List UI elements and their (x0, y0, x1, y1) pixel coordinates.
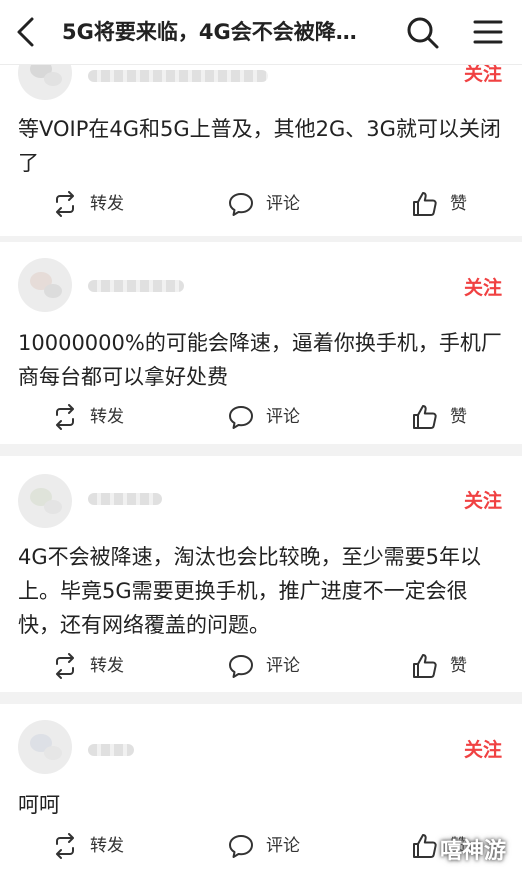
repost-label: 转发 (90, 656, 124, 676)
repost-icon (56, 404, 74, 430)
comment-text: 呵呵 (18, 793, 60, 817)
like-label: 赞 (450, 194, 467, 214)
repost-icon (56, 191, 74, 217)
repost-icon (56, 653, 74, 679)
like-icon (413, 834, 437, 858)
username-blurred[interactable] (88, 70, 268, 82)
comment-icon (229, 193, 253, 216)
repost-label: 转发 (90, 407, 124, 427)
username-blurred[interactable] (88, 280, 184, 292)
more-button[interactable] (468, 12, 508, 52)
follow-button[interactable]: 关注 (464, 738, 502, 762)
avatar[interactable] (18, 474, 72, 528)
repost-label: 转发 (90, 194, 124, 214)
repost-button[interactable]: 转发 (52, 399, 124, 435)
search-icon (407, 17, 439, 49)
more-icon (473, 20, 503, 44)
like-button[interactable]: 赞 (412, 186, 467, 222)
search-button[interactable] (402, 12, 442, 52)
comment-text: 等VOIP在4G和5G上普及，其他2G、3G就可以关闭了 (18, 117, 501, 175)
like-button[interactable]: 赞 (412, 399, 467, 435)
action-bar: 转发 评论 赞 (0, 186, 522, 222)
follow-button[interactable]: 关注 (464, 276, 502, 300)
repost-label: 转发 (90, 836, 124, 856)
follow-button[interactable]: 关注 (464, 62, 502, 86)
avatar[interactable] (18, 720, 72, 774)
like-icon (413, 654, 437, 678)
comment-button[interactable]: 评论 (228, 399, 300, 435)
like-button[interactable]: 赞 (412, 648, 467, 684)
comment-label: 评论 (266, 407, 300, 427)
action-bar: 转发 评论 赞 (0, 399, 522, 435)
like-icon (413, 192, 437, 216)
page-title: 5G将要来临，4G会不会被降… (62, 20, 357, 44)
username-blurred[interactable] (88, 744, 134, 756)
comment-label: 评论 (266, 194, 300, 214)
back-button[interactable] (6, 12, 46, 52)
comment-button[interactable]: 评论 (228, 186, 300, 222)
username-blurred[interactable] (88, 493, 162, 505)
comment-text: 4G不会被降速，淘汰也会比较晚，至少需要5年以上。毕竟5G需要更换手机，推广进度… (18, 545, 481, 637)
comment-icon (229, 655, 253, 678)
comment-card: 关注 10000000%的可能会降速，逼着你换手机，手机厂商每台都可以拿好处费 … (0, 242, 522, 444)
watermark-text: 嘻神游 (440, 839, 507, 864)
comment-button[interactable]: 评论 (228, 648, 300, 684)
comment-button[interactable]: 评论 (228, 828, 300, 864)
action-bar: 转发 评论 赞 (0, 648, 522, 684)
comment-text: 10000000%的可能会降速，逼着你换手机，手机厂商每台都可以拿好处费 (18, 331, 502, 389)
top-bar: 5G将要来临，4G会不会被降… (0, 0, 522, 65)
comment-label: 评论 (266, 656, 300, 676)
repost-button[interactable]: 转发 (52, 828, 124, 864)
like-icon (413, 405, 437, 429)
comment-icon (229, 406, 253, 429)
repost-button[interactable]: 转发 (52, 186, 124, 222)
repost-button[interactable]: 转发 (52, 648, 124, 684)
like-label: 赞 (450, 407, 467, 427)
comment-card: 关注 4G不会被降速，淘汰也会比较晚，至少需要5年以上。毕竟5G需要更换手机，推… (0, 456, 522, 692)
repost-icon (56, 833, 74, 859)
comment-label: 评论 (266, 836, 300, 856)
back-arrow-icon (17, 17, 34, 47)
like-label: 赞 (450, 656, 467, 676)
comment-icon (229, 835, 253, 858)
avatar[interactable] (18, 258, 72, 312)
follow-button[interactable]: 关注 (464, 489, 502, 513)
